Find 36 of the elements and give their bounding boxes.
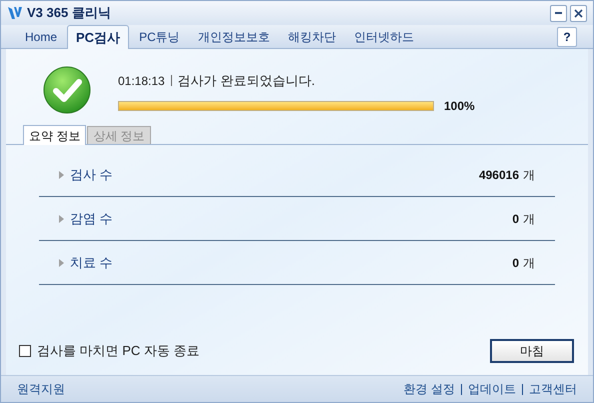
elapsed-time: 01:18:13 bbox=[118, 72, 165, 90]
arrow-icon bbox=[59, 214, 64, 222]
nav-tab[interactable]: 해킹차단 bbox=[280, 26, 344, 48]
row-label: 치료 수 bbox=[70, 254, 113, 272]
arrow-icon bbox=[59, 258, 64, 266]
progress-percent: 100% bbox=[444, 98, 475, 114]
footer-link[interactable]: 고객센터 bbox=[529, 380, 577, 398]
row-label: 검사 수 bbox=[70, 166, 113, 184]
nav-tab[interactable]: Home bbox=[17, 26, 66, 48]
row-label: 감염 수 bbox=[70, 210, 113, 228]
row-unit: 개 bbox=[523, 210, 535, 228]
row-value: 496016 bbox=[478, 166, 519, 184]
nav-tab[interactable]: PC튜닝 bbox=[131, 26, 188, 48]
close-icon bbox=[574, 8, 583, 18]
minimize-button[interactable] bbox=[550, 4, 567, 22]
help-button[interactable]: ? bbox=[557, 27, 577, 47]
finish-button[interactable]: 마침 bbox=[490, 339, 574, 363]
row-unit: 개 bbox=[523, 254, 535, 272]
row-value: 0 bbox=[512, 254, 519, 272]
remote-support-link[interactable]: 원격지원 bbox=[17, 380, 65, 398]
nav-tab[interactable]: 인터넷하드 bbox=[346, 26, 422, 48]
status-message: 검사가 완료되었습니다. bbox=[178, 72, 315, 90]
close-button[interactable] bbox=[570, 4, 587, 22]
arrow-icon bbox=[59, 170, 64, 178]
row-value: 0 bbox=[512, 210, 519, 228]
footer-link[interactable]: 업데이트 bbox=[468, 380, 516, 398]
nav-tab[interactable]: 개인정보보호 bbox=[190, 26, 278, 48]
nav-tab[interactable]: PC검사 bbox=[67, 25, 130, 49]
window-title: V3 365 클리닉 bbox=[27, 4, 111, 22]
logo-icon bbox=[7, 5, 23, 21]
info-tab[interactable]: 요약 정보 bbox=[23, 125, 86, 145]
checkbox-label: 검사를 마치면 PC 자동 종료 bbox=[37, 342, 200, 360]
check-icon bbox=[42, 65, 92, 115]
footer-link[interactable]: 환경 설정 bbox=[404, 380, 455, 398]
checkbox[interactable] bbox=[19, 345, 31, 357]
row-unit: 개 bbox=[523, 166, 535, 184]
